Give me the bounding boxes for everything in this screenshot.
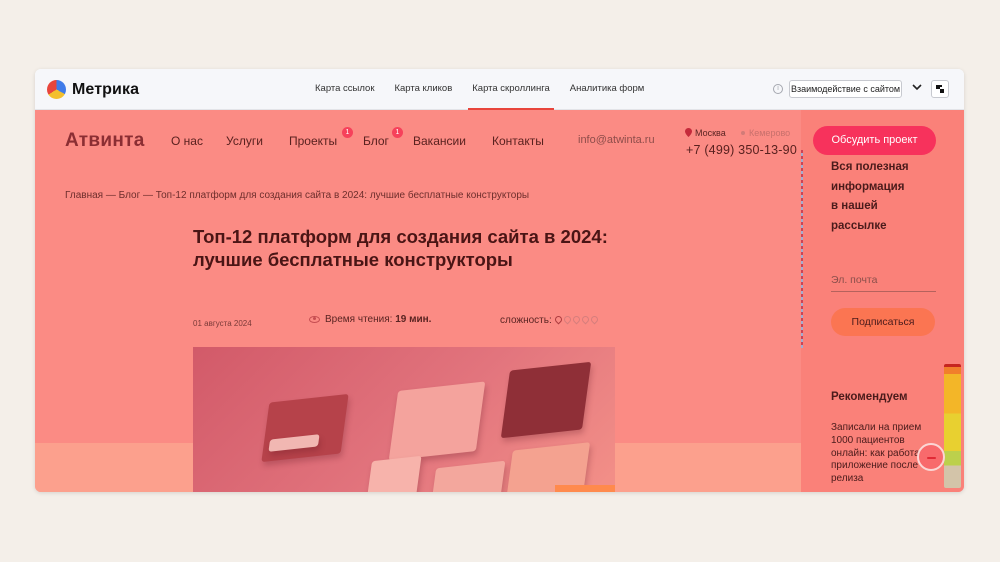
nav-about[interactable]: О нас [171, 134, 203, 148]
interact-with-site-button[interactable]: Взаимодействие с сайтом [789, 80, 902, 98]
difficulty-label: сложность: [500, 315, 552, 326]
tab-form-analytics[interactable]: Аналитика форм [560, 69, 655, 110]
tab-click-map[interactable]: Карта кликов [384, 69, 462, 110]
discuss-project-button[interactable]: Обсудить проект [813, 126, 936, 155]
recommend-heading: Рекомендуем [831, 391, 908, 403]
nav-blog-badge: 1 [392, 127, 403, 138]
breadcrumb-blog[interactable]: Блог [119, 190, 141, 201]
tab-scroll-map[interactable]: Карта скроллинга [462, 69, 560, 110]
location-pin-icon [685, 128, 692, 137]
newsletter-heading: Вся полезная информация в нашей рассылке [831, 158, 931, 236]
hero-card [388, 381, 486, 461]
map-tabs: Карта ссылок Карта кликов Карта скроллин… [305, 69, 654, 110]
scroll-heatmap-overlay: Атвинта О нас Услуги Проекты 1 Блог 1 Ва… [35, 110, 964, 492]
newsletter-line: Вся полезная [831, 161, 909, 173]
nav-vacancies[interactable]: Вакансии [413, 134, 466, 148]
article-title: Топ-12 платформ для создания сайта в 202… [193, 226, 608, 270]
metrika-logo-text: Метрика [72, 80, 140, 98]
read-time-value: 19 мин. [395, 314, 432, 325]
site-logo[interactable]: Атвинта [65, 130, 145, 152]
chevron-down-icon[interactable] [911, 81, 923, 93]
difficulty-pin-icon [562, 314, 572, 325]
difficulty-pin-icon [589, 314, 599, 325]
nav-services[interactable]: Услуги [226, 134, 263, 148]
nav-projects[interactable]: Проекты [289, 134, 337, 148]
breadcrumb-current: Топ-12 платформ для создания сайта в 202… [155, 190, 530, 201]
hero-card [366, 455, 422, 492]
info-icon[interactable]: i [773, 84, 783, 94]
difficulty: сложность: [500, 314, 600, 326]
heatmap-toggle-icon [936, 85, 944, 93]
metrika-logo-icon [47, 80, 66, 99]
breadcrumb-separator: — [103, 190, 119, 201]
read-time-label: Время чтения: [325, 314, 393, 325]
eye-icon [309, 315, 320, 323]
hero-card [261, 393, 349, 463]
hero-accent-strip [555, 485, 615, 492]
city-kemerovo-label: Кемерово [749, 128, 791, 138]
metrika-toolbar: Метрика Карта ссылок Карта кликов Карта … [35, 69, 964, 110]
nav-projects-badge: 1 [342, 127, 353, 138]
metrika-logo[interactable]: Метрика [47, 80, 139, 99]
newsletter-line: информация [831, 180, 905, 193]
city-dot-icon [741, 131, 745, 135]
hero-card [430, 460, 506, 492]
read-time: Время чтения: 19 мин. [309, 314, 431, 325]
sidebar-divider [801, 150, 803, 348]
newsletter-line: рассылке [831, 219, 887, 232]
city-moscow-label: Москва [695, 128, 726, 138]
breadcrumb: Главная — Блог — Топ-12 платформ для соз… [65, 190, 529, 201]
contact-email[interactable]: info@atwinta.ru [578, 134, 655, 146]
difficulty-pin-icon [580, 314, 590, 325]
breadcrumb-home[interactable]: Главная [65, 190, 103, 201]
nav-blog[interactable]: Блог [363, 134, 389, 148]
scroll-position-handle[interactable] [917, 443, 945, 471]
newsletter-line: в нашей [831, 200, 878, 212]
article-date: 01 августа 2024 [193, 319, 252, 328]
nav-contacts[interactable]: Контакты [492, 134, 544, 148]
city-moscow[interactable]: Москва [685, 128, 726, 138]
contact-phone[interactable]: +7 (499) 350-13-90 [686, 143, 797, 157]
subscribe-button[interactable]: Подписаться [831, 308, 935, 336]
difficulty-pin-icon [571, 314, 581, 325]
heatmap-toggle-button[interactable] [931, 80, 949, 98]
difficulty-pin-icon [553, 314, 563, 325]
hero-card [500, 361, 592, 439]
scroll-depth-legend [944, 364, 961, 488]
article-hero-image [193, 347, 615, 492]
browser-window: Метрика Карта ссылок Карта кликов Карта … [35, 69, 964, 492]
city-kemerovo[interactable]: Кемерово [741, 128, 790, 138]
tab-link-map[interactable]: Карта ссылок [305, 69, 384, 110]
breadcrumb-separator: — [140, 190, 156, 201]
newsletter-email-input[interactable] [831, 268, 936, 292]
